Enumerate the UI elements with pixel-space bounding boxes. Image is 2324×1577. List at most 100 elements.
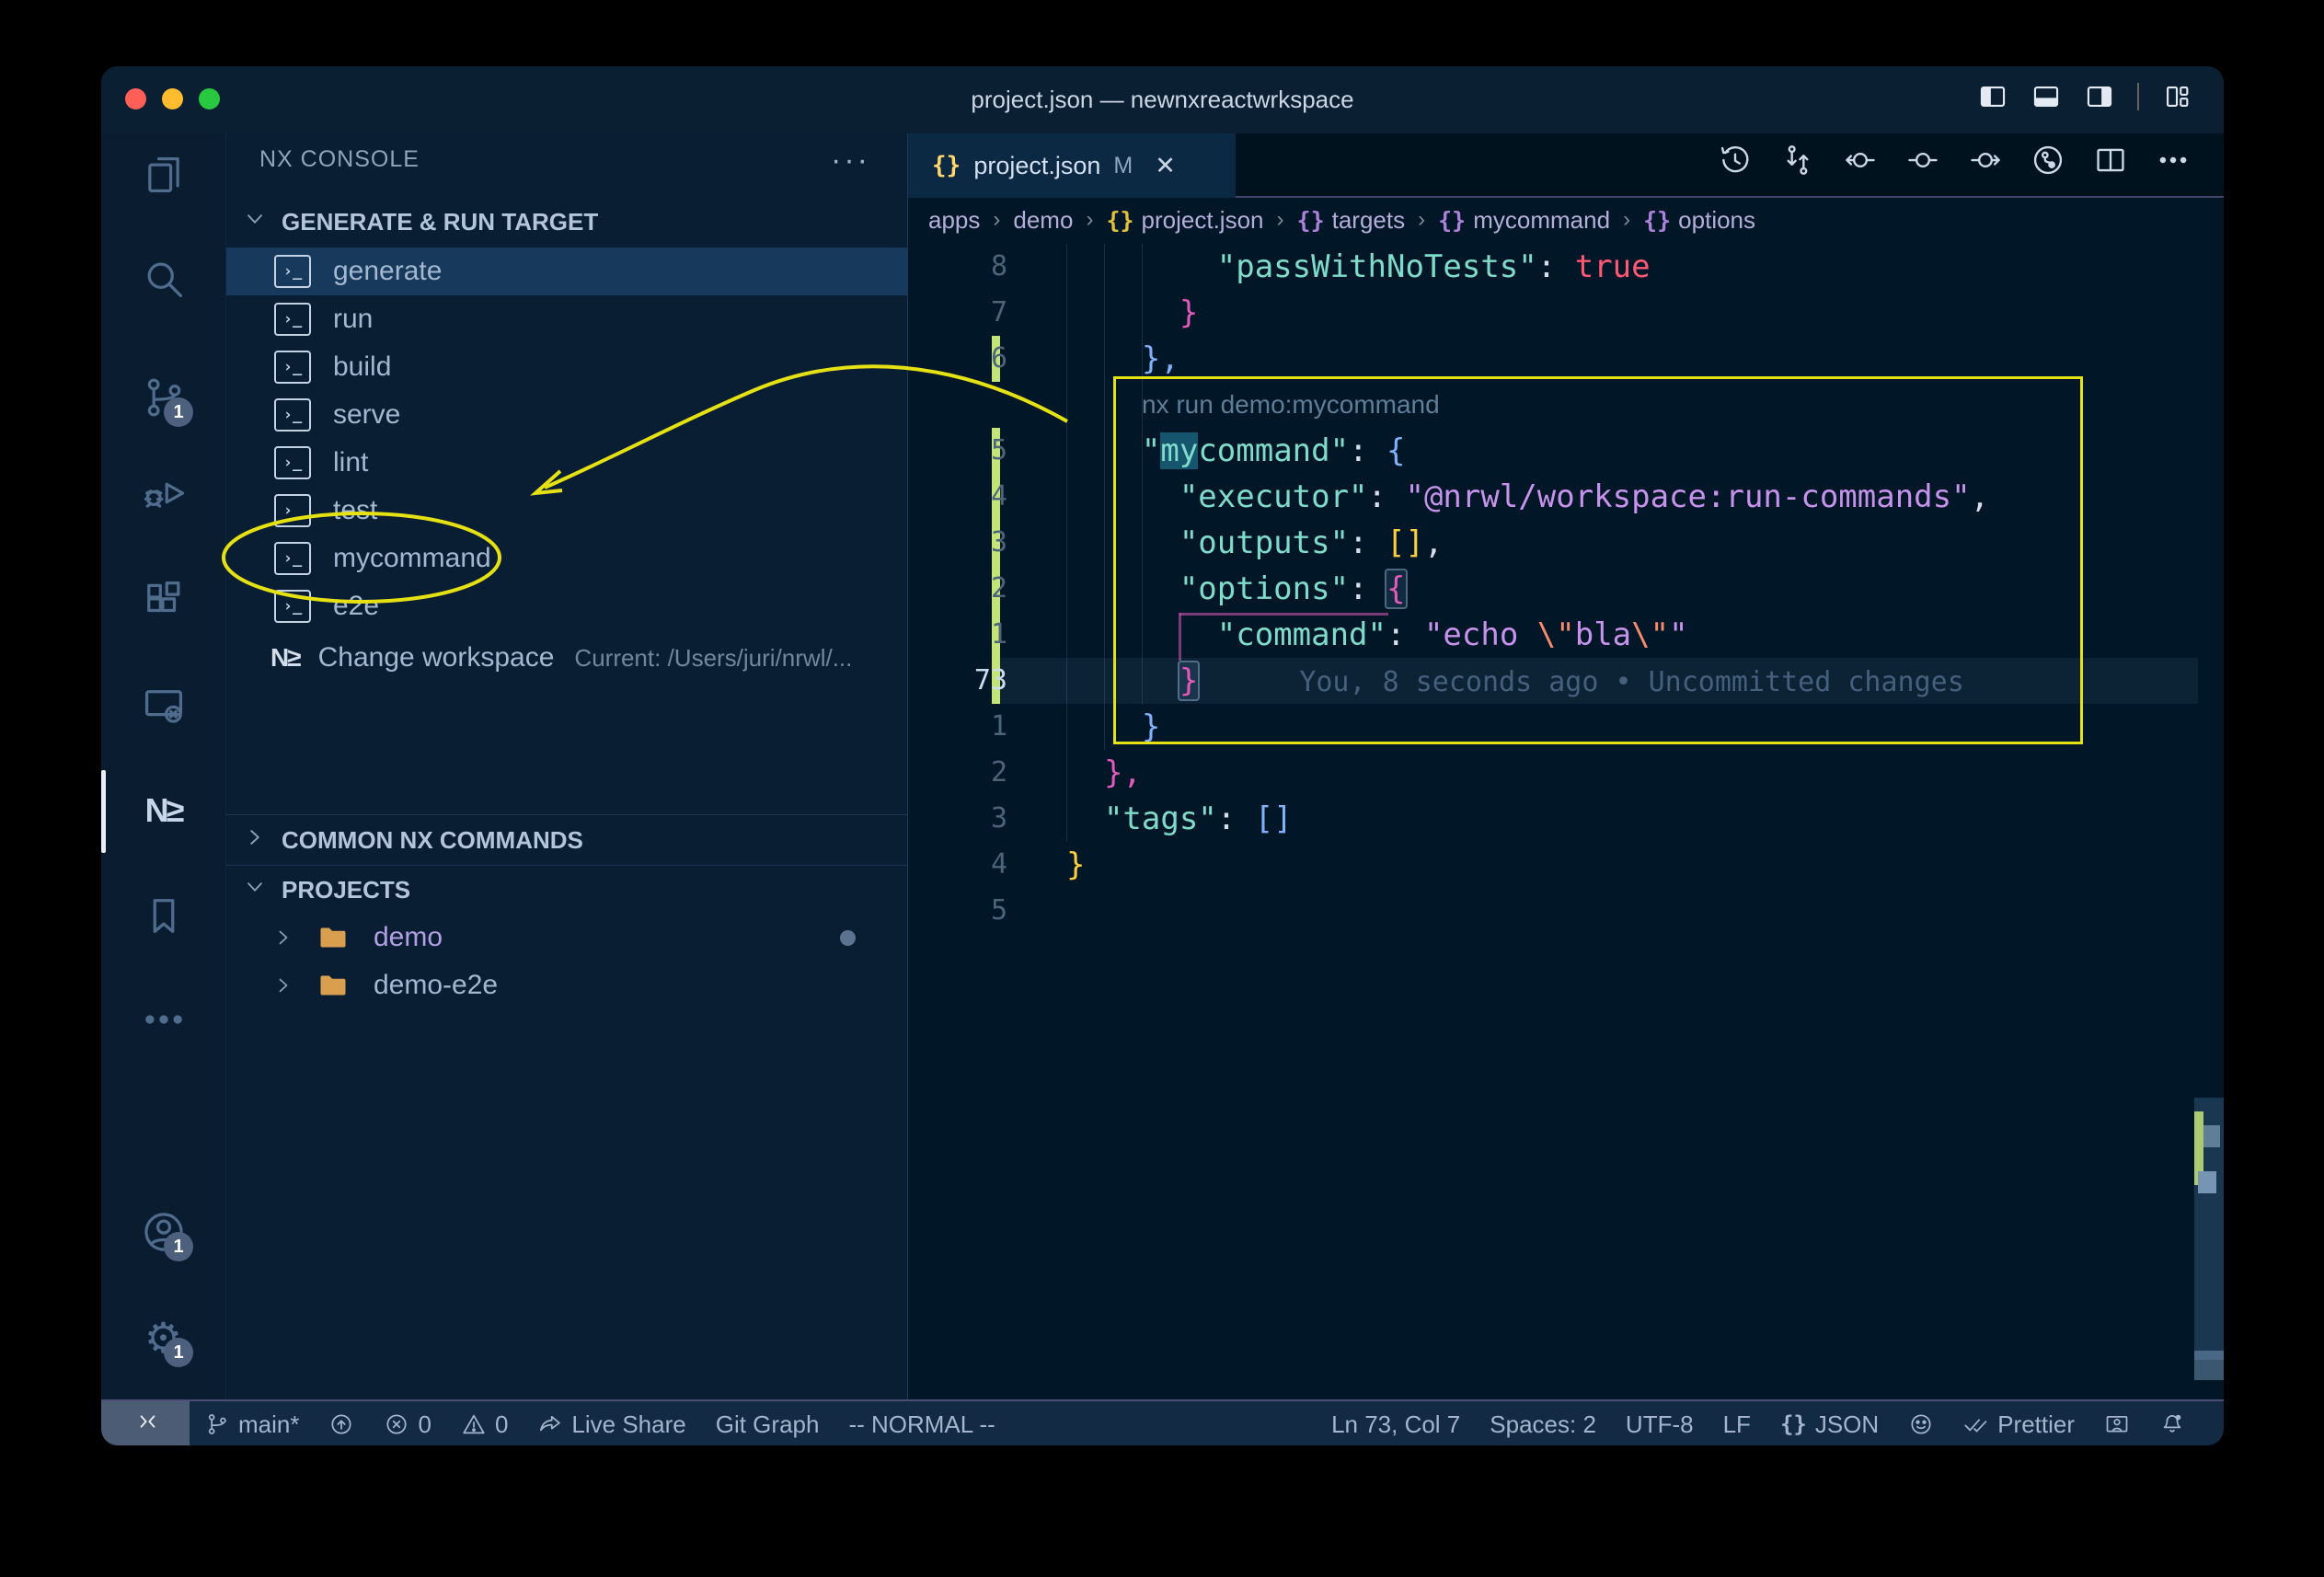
activity-item-nx-console[interactable]: N≥: [101, 768, 225, 853]
status-item-sync-changes[interactable]: [314, 1401, 369, 1445]
sidebar-item-lint[interactable]: ›_ lint: [226, 439, 907, 487]
target-label: run: [333, 304, 373, 335]
terminal-icon: ›_: [274, 542, 311, 575]
breadcrumb-item-demo[interactable]: demo: [1013, 206, 1073, 235]
sidebar-item-run[interactable]: ›_run: [226, 295, 907, 343]
overview-mark: [2198, 1171, 2216, 1193]
sidebar-item-test[interactable]: ›_test: [226, 487, 907, 535]
target-label: serve: [333, 399, 400, 431]
breadcrumb-item-project.json[interactable]: {}project.json: [1106, 206, 1263, 235]
status-item-screencast[interactable]: [2089, 1401, 2145, 1445]
sidebar-item-generate[interactable]: ›_ generate: [226, 247, 907, 295]
breadcrumb: apps›demo›{}project.json›{}targets›{}myc…: [908, 198, 2224, 242]
share-icon: [537, 1411, 563, 1437]
chevron-right-icon: [270, 925, 296, 950]
status-item-problems-warnings[interactable]: 0: [446, 1401, 523, 1445]
target-label: lint: [333, 447, 368, 478]
section-projects[interactable]: PROJECTS: [226, 866, 907, 914]
activity-item-run-and-debug[interactable]: [101, 451, 225, 535]
status-item-indentation[interactable]: Spaces: 2: [1475, 1401, 1611, 1445]
status-item-feedback[interactable]: [1893, 1401, 1949, 1445]
sidebar-item-mycommand[interactable]: ›_mycommand: [226, 535, 907, 582]
line-number: 6: [908, 336, 1007, 382]
section-generate-run-target[interactable]: GENERATE & RUN TARGET: [226, 198, 907, 246]
status-item-git-graph[interactable]: Git Graph: [701, 1401, 834, 1445]
breadcrumb-item-targets[interactable]: {}targets: [1297, 206, 1406, 235]
remote-indicator[interactable]: [101, 1401, 190, 1445]
sidebar-item-build[interactable]: ›_build: [226, 343, 907, 391]
layout-sidebar-right-icon[interactable]: [2084, 81, 2115, 112]
terminal-icon: ›_: [274, 446, 311, 479]
activity-item-source-control[interactable]: 1: [101, 355, 225, 440]
status-item-notifications[interactable]: [2145, 1401, 2200, 1445]
compare-changes-icon[interactable]: [1780, 143, 1815, 178]
line-number: 3: [908, 796, 1007, 842]
section-label: PROJECTS: [282, 876, 410, 904]
section-label: COMMON NX COMMANDS: [282, 826, 583, 855]
tab-close-icon[interactable]: ✕: [1155, 152, 1176, 180]
code-line: 4}: [908, 842, 2224, 888]
sidebar-more-actions-icon[interactable]: ···: [831, 143, 870, 178]
activity-item-more-views[interactable]: [101, 977, 225, 1062]
layout-customize-icon[interactable]: [2161, 81, 2192, 112]
annotation-box: [1113, 376, 2083, 744]
terminal-icon: ›_: [274, 590, 311, 623]
navigate-forward-icon[interactable]: [1968, 143, 2003, 178]
activity-item-search[interactable]: [101, 236, 225, 321]
status-right: Ln 73, Col 7 Spaces: 2UTF-8LF{}JSON Pretti…: [1317, 1401, 2224, 1445]
breadcrumb-item-options[interactable]: {}options: [1643, 206, 1755, 235]
target-label: e2e: [333, 591, 379, 622]
status-left: main*00Live ShareGit Graph-- NORMAL --: [101, 1401, 1010, 1445]
nx-logo-icon: N≥: [145, 791, 182, 830]
target-label: test: [333, 495, 377, 526]
code-text: "passWithNoTests": true: [1066, 244, 1651, 290]
status-item-formatter[interactable]: Prettier: [1949, 1401, 2089, 1445]
code-editor[interactable]: 8 "passWithNoTests": true7 }6 },nx run d…: [908, 242, 2224, 1399]
active-view-indicator: [101, 770, 106, 853]
layout-sidebar-left-icon[interactable]: [1977, 81, 2008, 112]
target-label: generate: [333, 256, 442, 287]
navigate-position-icon[interactable]: [1905, 143, 1940, 178]
activity-item-explorer[interactable]: [101, 132, 225, 217]
terminal-icon: ›_: [274, 255, 311, 288]
extensions-icon: [140, 576, 188, 624]
tab-modified-badge: M: [1113, 153, 1133, 179]
chevron-down-icon: [241, 873, 269, 907]
sidebar-title: NX CONSOLE: [259, 133, 420, 185]
status-bar: main*00Live ShareGit Graph-- NORMAL -- L…: [101, 1399, 2224, 1445]
git-graph-circle-icon[interactable]: [2031, 143, 2065, 178]
activity-item-accounts[interactable]: 1: [101, 1190, 225, 1274]
activity-item-extensions[interactable]: [101, 558, 225, 642]
badge: 1: [164, 1232, 193, 1261]
navigate-back-icon[interactable]: [1843, 143, 1878, 178]
line-number: 1: [908, 704, 1007, 750]
activity-item-bookmarks[interactable]: [101, 873, 225, 958]
activity-item-remote-explorer[interactable]: [101, 664, 225, 749]
split-editor-icon[interactable]: [2093, 143, 2128, 178]
sidebar-item-e2e[interactable]: ›_ e2e: [226, 582, 907, 630]
breadcrumb-item-apps[interactable]: apps: [928, 206, 980, 235]
status-item-cursor-position[interactable]: Ln 73, Col 7: [1317, 1401, 1475, 1445]
status-item-problems-errors[interactable]: 0: [369, 1401, 445, 1445]
status-label: Git Graph: [716, 1410, 820, 1439]
project-item-demo[interactable]: demo: [226, 914, 907, 961]
breadcrumb-separator: ›: [1623, 207, 1630, 233]
breadcrumb-item-mycommand[interactable]: {}mycommand: [1438, 206, 1610, 235]
layout-panel-icon[interactable]: [2031, 81, 2062, 112]
code-text: },: [1066, 750, 1142, 796]
status-label: Ln 73, Col 7: [1331, 1410, 1460, 1439]
status-item-encoding[interactable]: UTF-8: [1611, 1401, 1708, 1445]
history-icon[interactable]: [1718, 143, 1753, 178]
section-common-nx-commands[interactable]: COMMON NX COMMANDS: [226, 816, 907, 864]
status-item-vim-mode[interactable]: -- NORMAL --: [834, 1401, 1009, 1445]
status-item-language-mode[interactable]: {}JSON: [1766, 1401, 1893, 1445]
tab-project-json[interactable]: {} project.json M ✕: [908, 133, 1236, 198]
sidebar-item-serve[interactable]: ›_serve: [226, 391, 907, 439]
project-item-demo-e2e[interactable]: demo-e2e: [226, 961, 907, 1009]
status-item-git-branch[interactable]: main*: [190, 1401, 314, 1445]
status-item-live-share[interactable]: Live Share: [523, 1401, 700, 1445]
activity-item-settings[interactable]: ⚙1: [101, 1295, 225, 1380]
more-actions-icon[interactable]: [2156, 143, 2191, 178]
status-item-eol[interactable]: LF: [1708, 1401, 1766, 1445]
sidebar-item-change-workspace[interactable]: N≥Change workspaceCurrent: /Users/juri/n…: [226, 634, 907, 682]
